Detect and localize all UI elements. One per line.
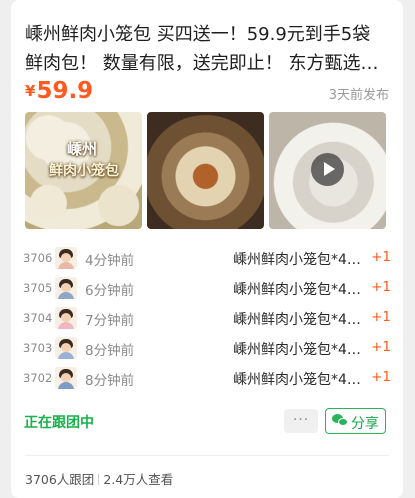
divider xyxy=(25,455,389,456)
follower-list: 3706 4分钟前 嵊州鲜肉小笼包*4… +1 3705 6分钟前 嵊州鲜肉小笼… xyxy=(23,244,391,394)
follower-row: 3706 4分钟前 嵊州鲜肉小笼包*4… +1 xyxy=(23,244,391,274)
price-currency: ¥ xyxy=(25,82,36,100)
view-count: 2.4万人查看 xyxy=(103,472,174,487)
share-label: 分享 xyxy=(351,416,379,432)
photo-gallery: 嵊州 鲜肉小笼包 xyxy=(25,112,387,229)
follower-row: 3702 8分钟前 嵊州鲜肉小笼包*4… +1 xyxy=(23,364,391,394)
price-amount: 59.9 xyxy=(36,78,94,104)
follower-qty: +1 xyxy=(371,369,391,385)
group-buy-card[interactable]: 嵊州鲜肉小笼包 买四送一！59.9元到手5袋鲜肉包！ 数量有限，送完即止！ 东方… xyxy=(11,0,403,498)
avatar xyxy=(55,337,77,359)
follower-row: 3704 7分钟前 嵊州鲜肉小笼包*4… +1 xyxy=(23,304,391,334)
price: ¥59.9 xyxy=(25,78,93,104)
follower-time: 4分钟前 xyxy=(85,253,135,269)
joined-count: 3706人跟团 xyxy=(25,472,95,487)
follower-row: 3703 8分钟前 嵊州鲜肉小笼包*4… +1 xyxy=(23,334,391,364)
price-row: ¥59.9 3天前发布 xyxy=(25,78,389,108)
follower-item: 嵊州鲜肉小笼包*4… xyxy=(233,342,361,358)
photo-buns-labeled[interactable]: 嵊州 鲜肉小笼包 xyxy=(25,112,142,229)
more-button[interactable]: ··· xyxy=(284,409,318,433)
play-icon[interactable] xyxy=(311,153,344,186)
follower-time: 6分钟前 xyxy=(85,283,135,299)
follower-row: 3705 6分钟前 嵊州鲜肉小笼包*4… +1 xyxy=(23,274,391,304)
photo-label-sub: 鲜肉小笼包 xyxy=(49,163,119,179)
follower-item: 嵊州鲜肉小笼包*4… xyxy=(233,312,361,328)
posted-time: 3天前发布 xyxy=(328,88,389,103)
avatar xyxy=(55,307,77,329)
follower-time: 7分钟前 xyxy=(85,313,135,329)
photo-bun-filling[interactable] xyxy=(147,112,264,229)
avatar xyxy=(55,277,77,299)
avatar xyxy=(55,247,77,269)
follower-item: 嵊州鲜肉小笼包*4… xyxy=(233,282,361,298)
group-status: 正在跟团中 xyxy=(24,415,94,431)
follower-number: 3705 xyxy=(23,281,53,295)
stats-separator xyxy=(98,474,100,485)
follower-item: 嵊州鲜肉小笼包*4… xyxy=(233,372,361,388)
follower-qty: +1 xyxy=(371,339,391,355)
follower-time: 8分钟前 xyxy=(85,343,135,359)
share-button[interactable]: 分享 xyxy=(325,408,386,434)
avatar xyxy=(55,367,77,389)
video-thumbnail[interactable] xyxy=(269,112,386,229)
photo-label-top: 嵊州 xyxy=(67,140,98,158)
stats-bar: 3706人跟团 2.4万人查看 xyxy=(25,469,173,488)
follower-time: 8分钟前 xyxy=(85,373,135,389)
follower-number: 3703 xyxy=(23,341,53,355)
follower-number: 3702 xyxy=(23,371,53,385)
follower-qty: +1 xyxy=(371,249,391,265)
follower-number: 3704 xyxy=(23,311,53,325)
wechat-icon xyxy=(332,414,348,428)
follower-qty: +1 xyxy=(371,309,391,325)
follower-qty: +1 xyxy=(371,279,391,295)
follower-item: 嵊州鲜肉小笼包*4… xyxy=(233,252,361,268)
post-title[interactable]: 嵊州鲜肉小笼包 买四送一！59.9元到手5袋鲜肉包！ 数量有限，送完即止！ 东方… xyxy=(25,20,387,78)
follower-number: 3706 xyxy=(23,251,53,265)
